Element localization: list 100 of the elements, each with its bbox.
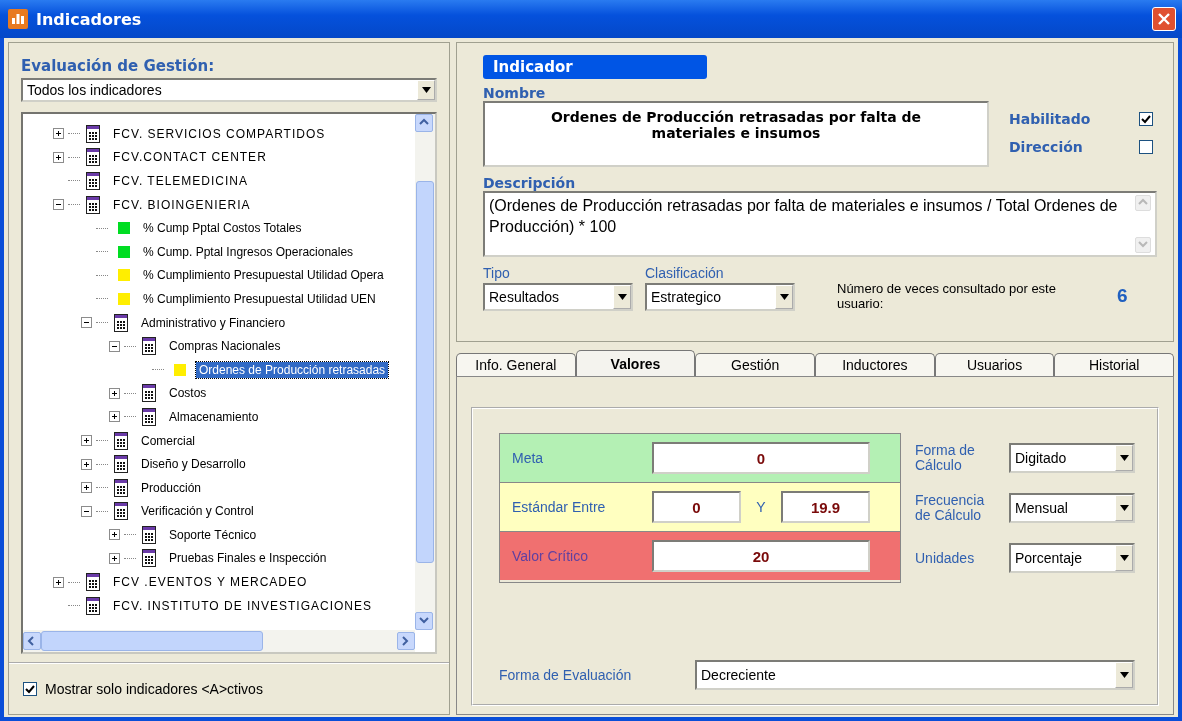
expand-icon[interactable] bbox=[81, 458, 92, 470]
field-label: Clasificación bbox=[645, 265, 725, 281]
field-label: Forma de Cálculo bbox=[915, 443, 976, 473]
tab[interactable]: Valores bbox=[575, 350, 696, 376]
close-button[interactable] bbox=[1152, 7, 1176, 31]
calculator-icon bbox=[86, 596, 100, 615]
value-field[interactable]: 0 bbox=[652, 491, 741, 523]
dropdown-arrow-icon bbox=[779, 294, 789, 300]
collapse-icon[interactable] bbox=[81, 317, 92, 329]
tab[interactable]: Info. General bbox=[456, 353, 576, 376]
window-title: Indicadores bbox=[36, 9, 143, 29]
expand-icon[interactable] bbox=[109, 387, 120, 399]
dropdown-arrow-icon bbox=[1119, 455, 1129, 461]
expand-icon[interactable] bbox=[81, 435, 92, 446]
close-icon bbox=[1158, 13, 1170, 25]
dropdown-arrow-icon bbox=[1119, 555, 1129, 561]
calculator-icon bbox=[86, 172, 100, 190]
tree-item[interactable]: Verificación y Control bbox=[138, 503, 257, 520]
field-label: Forma de Evaluación bbox=[499, 667, 633, 683]
checkbox-label: Habilitado bbox=[1009, 111, 1091, 127]
calculator-icon bbox=[114, 502, 128, 521]
field-label: Tipo bbox=[483, 265, 511, 281]
calculator-icon bbox=[86, 124, 100, 143]
dropdown[interactable]: Estrategico bbox=[645, 283, 795, 311]
threshold-label: Estándar Entre bbox=[512, 499, 607, 515]
dropdown[interactable]: Decreciente bbox=[695, 660, 1135, 690]
tab[interactable]: Usuarios bbox=[934, 353, 1055, 376]
calculator-icon bbox=[86, 148, 100, 167]
tree-item[interactable]: Almacenamiento bbox=[166, 408, 262, 425]
expand-icon[interactable] bbox=[109, 553, 120, 564]
tree-item[interactable]: Comercial bbox=[138, 432, 198, 449]
calculator-icon bbox=[86, 573, 100, 592]
calculator-icon bbox=[114, 478, 128, 497]
filter-label: Evaluación de Gestión: bbox=[21, 57, 216, 75]
tab[interactable]: Historial bbox=[1054, 353, 1175, 376]
calculator-icon bbox=[142, 549, 156, 568]
expand-icon[interactable] bbox=[109, 411, 120, 423]
calculator-icon bbox=[142, 407, 156, 426]
app-icon bbox=[8, 9, 28, 29]
value-field[interactable]: 19.9 bbox=[781, 491, 870, 523]
tree-item[interactable]: Soporte Técnico bbox=[166, 526, 260, 543]
checkbox[interactable] bbox=[23, 682, 37, 696]
dropdown[interactable]: Porcentaje bbox=[1009, 543, 1135, 573]
tree-item[interactable]: FCV. SERVICIOS COMPARTIDOS bbox=[110, 125, 329, 142]
tree-item[interactable]: % Cump Pptal Costos Totales bbox=[140, 220, 305, 237]
threshold-label: Meta bbox=[512, 450, 545, 466]
threshold-label: Valor Crítico bbox=[512, 548, 589, 564]
expand-icon[interactable] bbox=[81, 482, 92, 494]
tree-item[interactable]: % Cumplimiento Presupuestal Utilidad Opera bbox=[140, 267, 387, 284]
value-field[interactable]: 0 bbox=[652, 442, 870, 474]
collapse-icon[interactable] bbox=[53, 199, 64, 211]
tree-item[interactable]: FCV. TELEMEDICINA bbox=[110, 173, 252, 189]
dropdown-arrow-icon bbox=[617, 294, 627, 300]
tree-item[interactable]: % Cumplimiento Presupuestal Utilidad UEN bbox=[140, 290, 379, 307]
value-field[interactable]: 20 bbox=[652, 540, 870, 572]
calculator-icon bbox=[114, 313, 128, 332]
horizontal-scrollbar[interactable] bbox=[23, 630, 415, 652]
tree-item[interactable]: Compras Nacionales bbox=[166, 338, 284, 355]
consult-count: 6 bbox=[1117, 285, 1128, 307]
tree-item[interactable]: FCV .EVENTOS Y MERCADEO bbox=[110, 574, 311, 591]
calculator-icon bbox=[114, 455, 128, 474]
tree-item[interactable]: Pruebas Finales e Inspección bbox=[166, 550, 330, 567]
calculator-icon bbox=[142, 384, 156, 403]
tree-item[interactable]: Ordenes de Producción retrasadas bbox=[196, 361, 389, 378]
dropdown[interactable]: Mensual bbox=[1009, 493, 1135, 523]
name-field[interactable]: Ordenes de Producción retrasadas por falta de materiales e insumos bbox=[483, 101, 989, 167]
tree-item[interactable]: Producción bbox=[138, 479, 205, 496]
collapse-icon[interactable] bbox=[109, 340, 120, 352]
tree-item[interactable]: Costos bbox=[166, 385, 210, 402]
collapse-icon[interactable] bbox=[81, 505, 92, 517]
tree-item[interactable]: % Cump. Pptal Ingresos Operacionales bbox=[140, 243, 357, 260]
filter-dropdown[interactable]: Todos los indicadores bbox=[21, 78, 437, 102]
scroll-down-icon bbox=[419, 616, 429, 626]
expand-icon[interactable] bbox=[109, 529, 120, 541]
dropdown[interactable]: Digitado bbox=[1009, 443, 1135, 473]
vertical-scrollbar[interactable] bbox=[415, 114, 435, 630]
tree-item[interactable]: FCV.CONTACT CENTER bbox=[110, 149, 270, 166]
tree-item[interactable]: Diseño y Desarrollo bbox=[138, 456, 249, 473]
consult-label: Número de veces consultado por este usuario: bbox=[837, 281, 1057, 311]
tree-item[interactable]: FCV. BIOINGENIERIA bbox=[110, 196, 254, 213]
calculator-icon bbox=[114, 431, 128, 450]
dropdown-arrow-icon bbox=[1119, 505, 1129, 511]
checkmark-icon bbox=[1141, 114, 1151, 124]
checkbox[interactable] bbox=[1139, 140, 1153, 154]
field-label: Descripción bbox=[483, 175, 577, 191]
expand-icon[interactable] bbox=[53, 576, 64, 588]
checkbox-label: Dirección bbox=[1009, 139, 1083, 155]
checkbox[interactable] bbox=[1139, 112, 1153, 126]
description-field[interactable]: (Ordenes de Producción retrasadas por falta de materiales e insumos / Total Ordenes de Producción) * 100 bbox=[483, 191, 1157, 257]
expand-icon[interactable] bbox=[53, 151, 64, 163]
scroll-right-icon bbox=[401, 636, 411, 646]
expand-icon[interactable] bbox=[53, 128, 64, 140]
tab[interactable]: Gestión bbox=[695, 353, 815, 376]
dropdown[interactable]: Resultados bbox=[483, 283, 633, 311]
tree-item[interactable]: FCV. INSTITUTO DE INVESTIGACIONES bbox=[110, 597, 376, 614]
tree-item[interactable]: Administrativo y Financiero bbox=[138, 314, 289, 331]
dropdown-arrow-icon bbox=[421, 87, 431, 93]
tab[interactable]: Inductores bbox=[815, 353, 935, 376]
field-label: Unidades bbox=[915, 550, 976, 566]
separator-label: Y bbox=[755, 499, 767, 515]
